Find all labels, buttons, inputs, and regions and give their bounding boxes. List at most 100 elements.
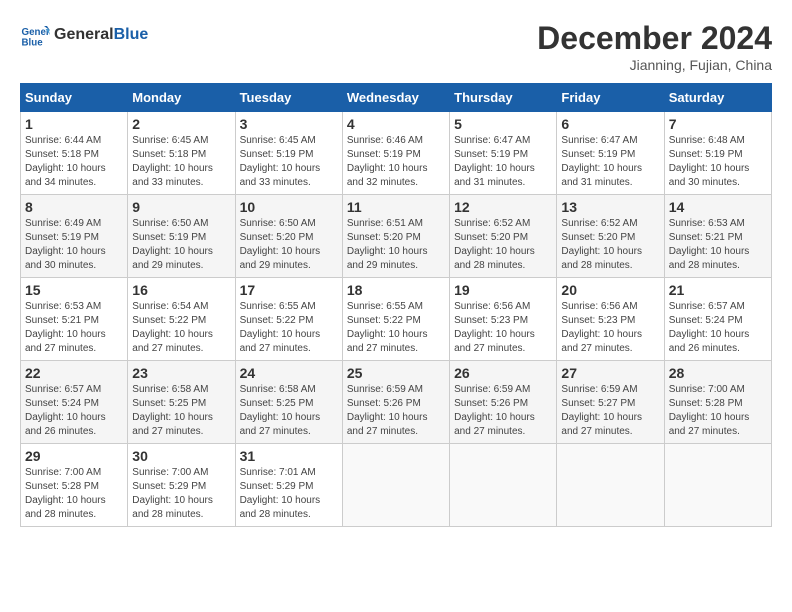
day-info: Sunrise: 7:00 AM Sunset: 5:28 PM Dayligh…	[25, 466, 123, 522]
calendar-cell: 15 Sunrise: 6:53 AM Sunset: 5:21 PM Dayl…	[21, 278, 128, 361]
calendar-cell: 29 Sunrise: 7:00 AM Sunset: 5:28 PM Dayl…	[21, 444, 128, 527]
weekday-header-sunday: Sunday	[21, 84, 128, 112]
calendar-cell: 13 Sunrise: 6:52 AM Sunset: 5:20 PM Dayl…	[557, 195, 664, 278]
day-info: Sunrise: 6:46 AM Sunset: 5:19 PM Dayligh…	[347, 134, 445, 190]
day-info: Sunrise: 6:57 AM Sunset: 5:24 PM Dayligh…	[669, 300, 767, 356]
day-info: Sunrise: 6:59 AM Sunset: 5:26 PM Dayligh…	[347, 383, 445, 439]
day-info: Sunrise: 6:45 AM Sunset: 5:18 PM Dayligh…	[132, 134, 230, 190]
day-number: 9	[132, 199, 230, 215]
day-number: 23	[132, 365, 230, 381]
day-number: 3	[240, 116, 338, 132]
day-info: Sunrise: 6:55 AM Sunset: 5:22 PM Dayligh…	[240, 300, 338, 356]
day-info: Sunrise: 6:57 AM Sunset: 5:24 PM Dayligh…	[25, 383, 123, 439]
weekday-header-friday: Friday	[557, 84, 664, 112]
page-header: General Blue GeneralBlue December 2024 J…	[20, 20, 772, 73]
calendar-cell: 12 Sunrise: 6:52 AM Sunset: 5:20 PM Dayl…	[450, 195, 557, 278]
title-block: December 2024 Jianning, Fujian, China	[537, 20, 772, 73]
day-number: 27	[561, 365, 659, 381]
calendar-cell: 6 Sunrise: 6:47 AM Sunset: 5:19 PM Dayli…	[557, 112, 664, 195]
weekday-header-tuesday: Tuesday	[235, 84, 342, 112]
day-number: 13	[561, 199, 659, 215]
day-info: Sunrise: 7:01 AM Sunset: 5:29 PM Dayligh…	[240, 466, 338, 522]
day-info: Sunrise: 6:53 AM Sunset: 5:21 PM Dayligh…	[669, 217, 767, 273]
day-number: 11	[347, 199, 445, 215]
day-info: Sunrise: 6:49 AM Sunset: 5:19 PM Dayligh…	[25, 217, 123, 273]
calendar-cell: 20 Sunrise: 6:56 AM Sunset: 5:23 PM Dayl…	[557, 278, 664, 361]
day-info: Sunrise: 7:00 AM Sunset: 5:28 PM Dayligh…	[669, 383, 767, 439]
calendar-cell: 31 Sunrise: 7:01 AM Sunset: 5:29 PM Dayl…	[235, 444, 342, 527]
calendar-cell: 3 Sunrise: 6:45 AM Sunset: 5:19 PM Dayli…	[235, 112, 342, 195]
day-info: Sunrise: 7:00 AM Sunset: 5:29 PM Dayligh…	[132, 466, 230, 522]
day-number: 25	[347, 365, 445, 381]
calendar-cell: 14 Sunrise: 6:53 AM Sunset: 5:21 PM Dayl…	[664, 195, 771, 278]
day-number: 20	[561, 282, 659, 298]
calendar-cell	[664, 444, 771, 527]
calendar-cell: 5 Sunrise: 6:47 AM Sunset: 5:19 PM Dayli…	[450, 112, 557, 195]
calendar-cell	[342, 444, 449, 527]
calendar-cell: 27 Sunrise: 6:59 AM Sunset: 5:27 PM Dayl…	[557, 361, 664, 444]
calendar-cell: 8 Sunrise: 6:49 AM Sunset: 5:19 PM Dayli…	[21, 195, 128, 278]
day-number: 29	[25, 448, 123, 464]
day-info: Sunrise: 6:59 AM Sunset: 5:27 PM Dayligh…	[561, 383, 659, 439]
day-info: Sunrise: 6:58 AM Sunset: 5:25 PM Dayligh…	[240, 383, 338, 439]
day-number: 4	[347, 116, 445, 132]
day-info: Sunrise: 6:47 AM Sunset: 5:19 PM Dayligh…	[454, 134, 552, 190]
day-number: 28	[669, 365, 767, 381]
day-number: 12	[454, 199, 552, 215]
day-info: Sunrise: 6:44 AM Sunset: 5:18 PM Dayligh…	[25, 134, 123, 190]
day-number: 21	[669, 282, 767, 298]
calendar-cell: 24 Sunrise: 6:58 AM Sunset: 5:25 PM Dayl…	[235, 361, 342, 444]
day-info: Sunrise: 6:52 AM Sunset: 5:20 PM Dayligh…	[454, 217, 552, 273]
calendar-cell: 26 Sunrise: 6:59 AM Sunset: 5:26 PM Dayl…	[450, 361, 557, 444]
day-number: 18	[347, 282, 445, 298]
day-info: Sunrise: 6:52 AM Sunset: 5:20 PM Dayligh…	[561, 217, 659, 273]
logo: General Blue GeneralBlue	[20, 20, 148, 50]
day-number: 15	[25, 282, 123, 298]
calendar-cell: 22 Sunrise: 6:57 AM Sunset: 5:24 PM Dayl…	[21, 361, 128, 444]
weekday-header-wednesday: Wednesday	[342, 84, 449, 112]
day-info: Sunrise: 6:50 AM Sunset: 5:20 PM Dayligh…	[240, 217, 338, 273]
day-number: 2	[132, 116, 230, 132]
day-number: 6	[561, 116, 659, 132]
day-number: 5	[454, 116, 552, 132]
svg-text:General: General	[22, 27, 51, 38]
day-info: Sunrise: 6:56 AM Sunset: 5:23 PM Dayligh…	[561, 300, 659, 356]
calendar-cell: 16 Sunrise: 6:54 AM Sunset: 5:22 PM Dayl…	[128, 278, 235, 361]
calendar-cell: 2 Sunrise: 6:45 AM Sunset: 5:18 PM Dayli…	[128, 112, 235, 195]
calendar-table: SundayMondayTuesdayWednesdayThursdayFrid…	[20, 83, 772, 527]
calendar-cell: 18 Sunrise: 6:55 AM Sunset: 5:22 PM Dayl…	[342, 278, 449, 361]
day-info: Sunrise: 6:56 AM Sunset: 5:23 PM Dayligh…	[454, 300, 552, 356]
day-info: Sunrise: 6:54 AM Sunset: 5:22 PM Dayligh…	[132, 300, 230, 356]
day-info: Sunrise: 6:47 AM Sunset: 5:19 PM Dayligh…	[561, 134, 659, 190]
day-number: 17	[240, 282, 338, 298]
calendar-cell: 21 Sunrise: 6:57 AM Sunset: 5:24 PM Dayl…	[664, 278, 771, 361]
calendar-cell: 7 Sunrise: 6:48 AM Sunset: 5:19 PM Dayli…	[664, 112, 771, 195]
day-number: 24	[240, 365, 338, 381]
calendar-cell: 17 Sunrise: 6:55 AM Sunset: 5:22 PM Dayl…	[235, 278, 342, 361]
weekday-header-saturday: Saturday	[664, 84, 771, 112]
day-number: 22	[25, 365, 123, 381]
day-number: 10	[240, 199, 338, 215]
day-number: 14	[669, 199, 767, 215]
weekday-header-monday: Monday	[128, 84, 235, 112]
day-number: 1	[25, 116, 123, 132]
calendar-cell: 25 Sunrise: 6:59 AM Sunset: 5:26 PM Dayl…	[342, 361, 449, 444]
calendar-cell: 28 Sunrise: 7:00 AM Sunset: 5:28 PM Dayl…	[664, 361, 771, 444]
calendar-cell: 19 Sunrise: 6:56 AM Sunset: 5:23 PM Dayl…	[450, 278, 557, 361]
logo-icon: General Blue	[20, 20, 50, 50]
day-info: Sunrise: 6:59 AM Sunset: 5:26 PM Dayligh…	[454, 383, 552, 439]
month-title: December 2024	[537, 20, 772, 57]
location: Jianning, Fujian, China	[537, 57, 772, 73]
day-info: Sunrise: 6:55 AM Sunset: 5:22 PM Dayligh…	[347, 300, 445, 356]
day-number: 7	[669, 116, 767, 132]
calendar-cell: 1 Sunrise: 6:44 AM Sunset: 5:18 PM Dayli…	[21, 112, 128, 195]
day-number: 30	[132, 448, 230, 464]
calendar-cell: 9 Sunrise: 6:50 AM Sunset: 5:19 PM Dayli…	[128, 195, 235, 278]
day-info: Sunrise: 6:45 AM Sunset: 5:19 PM Dayligh…	[240, 134, 338, 190]
calendar-cell: 23 Sunrise: 6:58 AM Sunset: 5:25 PM Dayl…	[128, 361, 235, 444]
calendar-cell: 4 Sunrise: 6:46 AM Sunset: 5:19 PM Dayli…	[342, 112, 449, 195]
calendar-cell	[450, 444, 557, 527]
day-info: Sunrise: 6:50 AM Sunset: 5:19 PM Dayligh…	[132, 217, 230, 273]
svg-text:Blue: Blue	[22, 38, 44, 49]
day-info: Sunrise: 6:58 AM Sunset: 5:25 PM Dayligh…	[132, 383, 230, 439]
